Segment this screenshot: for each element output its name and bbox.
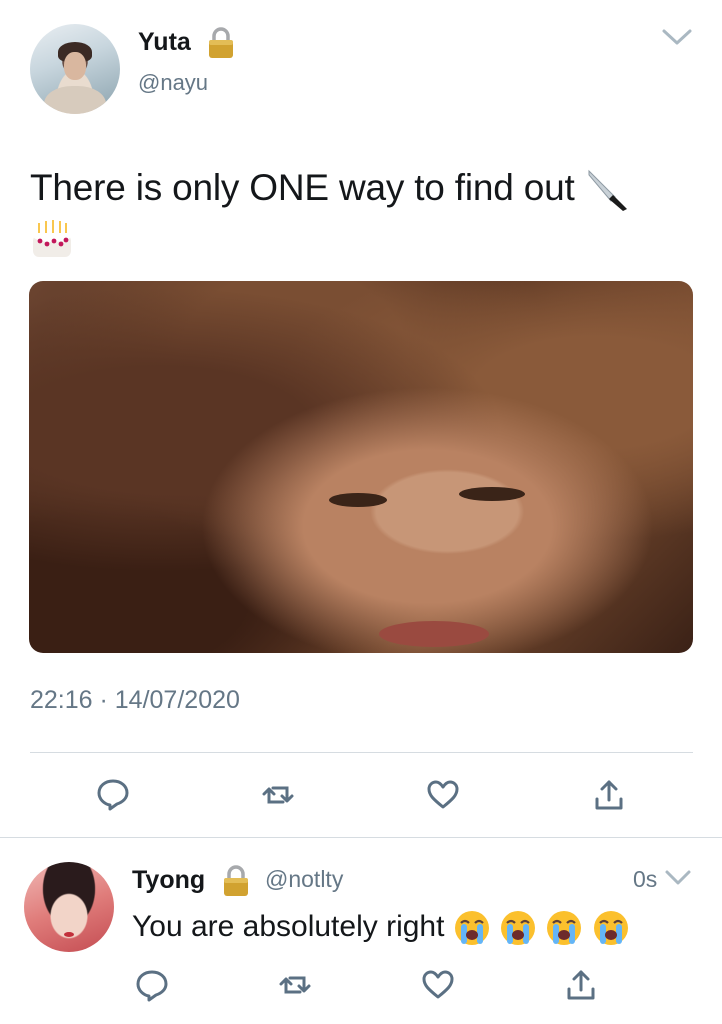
reply-button[interactable] bbox=[94, 775, 132, 813]
tweet-text: There is only ONE way to find out bbox=[30, 164, 690, 261]
reply-user-handle[interactable]: @notlty bbox=[265, 866, 343, 893]
tweet-text-content: There is only ONE way to find out bbox=[30, 167, 575, 208]
like-button[interactable] bbox=[419, 966, 457, 1004]
image-lips bbox=[379, 621, 489, 647]
share-button[interactable] bbox=[590, 776, 628, 814]
share-button[interactable] bbox=[562, 966, 600, 1004]
retweet-icon bbox=[279, 976, 311, 994]
like-button[interactable] bbox=[424, 776, 462, 814]
reply-icon bbox=[97, 779, 129, 811]
loudly-crying-face-emoji bbox=[547, 911, 582, 946]
image-eye-right bbox=[459, 487, 525, 501]
display-name[interactable]: Yuta bbox=[138, 28, 191, 57]
kitchen-knife-emoji bbox=[588, 170, 627, 212]
avatar[interactable] bbox=[30, 24, 120, 114]
divider bbox=[0, 837, 722, 838]
tweet-image[interactable] bbox=[29, 281, 693, 653]
heart-icon bbox=[427, 780, 459, 809]
retweet-icon bbox=[262, 786, 294, 804]
reply-icon bbox=[136, 970, 168, 1002]
loudly-crying-face-emoji bbox=[501, 911, 536, 946]
image-eye-left bbox=[329, 493, 387, 507]
reply-timestamp[interactable]: 0s bbox=[633, 866, 657, 893]
lock-icon bbox=[209, 27, 233, 58]
user-handle[interactable]: @nayu bbox=[138, 70, 208, 96]
heart-icon bbox=[422, 970, 454, 999]
avatar-body bbox=[44, 86, 106, 114]
reply-display-name[interactable]: Tyong bbox=[132, 866, 205, 895]
avatar-face bbox=[64, 52, 86, 80]
tweet-timestamp[interactable]: 22:16 · 14/07/2020 bbox=[30, 686, 240, 715]
share-icon bbox=[567, 970, 595, 1000]
loudly-crying-face-emoji bbox=[454, 911, 489, 946]
reply-text-content: You are absolutely right bbox=[132, 910, 445, 943]
chevron-down-icon[interactable] bbox=[660, 26, 694, 48]
retweet-button[interactable] bbox=[259, 776, 297, 814]
reply-text: You are absolutely right bbox=[132, 906, 630, 948]
share-icon bbox=[595, 780, 623, 810]
avatar-mouth bbox=[64, 932, 74, 937]
reply-button[interactable] bbox=[133, 966, 171, 1004]
retweet-button[interactable] bbox=[276, 966, 314, 1004]
divider bbox=[30, 752, 693, 753]
loudly-crying-face-emoji bbox=[593, 911, 628, 946]
birthday-cake-emoji bbox=[33, 220, 71, 258]
chevron-down-icon[interactable] bbox=[664, 868, 692, 888]
lock-icon bbox=[224, 865, 248, 896]
reply-avatar[interactable] bbox=[24, 862, 114, 952]
